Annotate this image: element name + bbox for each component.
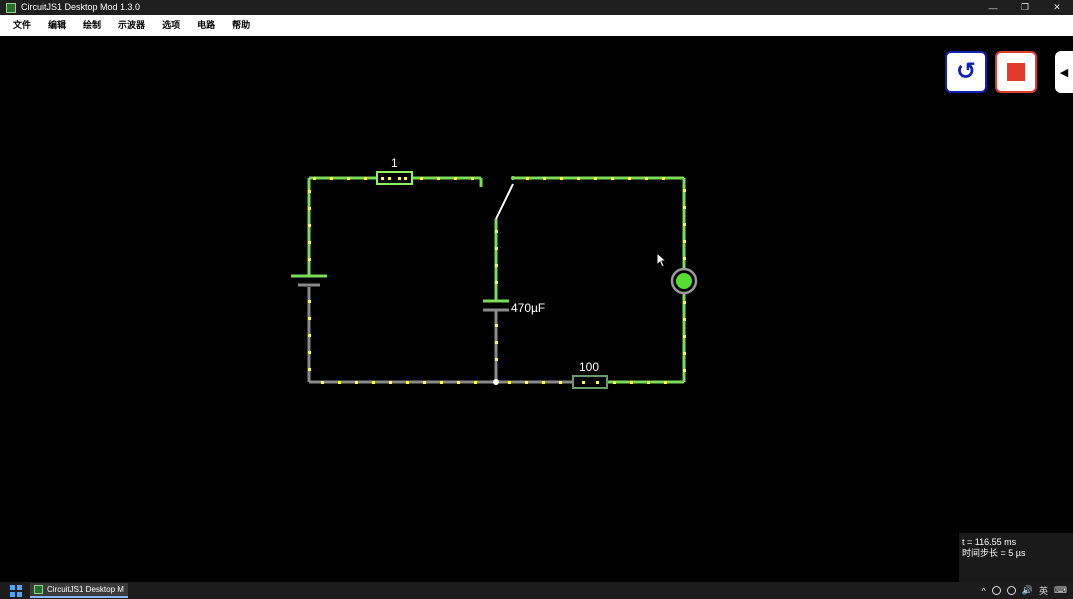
resistor-bottom[interactable]: [572, 375, 608, 389]
side-panel-toggle[interactable]: ◀: [1055, 51, 1073, 93]
capacitor[interactable]: [483, 299, 509, 312]
tray-chevron-icon[interactable]: ^: [982, 586, 986, 596]
menu-file[interactable]: 文件: [0, 15, 40, 36]
reset-button[interactable]: ↺: [945, 51, 987, 93]
menu-options[interactable]: 选项: [154, 15, 189, 36]
title-bar: CircuitJS1 Desktop Mod 1.3.0 — ❐ ✕: [0, 0, 1073, 15]
taskbar-app-circuitjs[interactable]: CircuitJS1 Desktop M...: [30, 583, 128, 598]
circuit-canvas[interactable]: 470µF 1 100 ↺ ◀ t = 116.55 ms 时间步长 = 5 µ…: [0, 36, 1073, 582]
circuitjs-app-icon: [34, 585, 43, 594]
window-title: CircuitJS1 Desktop Mod 1.3.0: [21, 2, 141, 12]
menu-help[interactable]: 帮助: [224, 15, 259, 36]
simulation-info-panel: t = 116.55 ms 时间步长 = 5 µs: [959, 533, 1073, 582]
menu-scopes[interactable]: 示波器: [110, 15, 154, 36]
stop-icon: [1007, 63, 1025, 81]
circuit-diagram[interactable]: 470µF 1 100: [0, 36, 1073, 582]
tray-app-icon[interactable]: [991, 586, 1001, 595]
windows-start-icon[interactable]: [10, 584, 22, 597]
circuitjs-app-icon: [6, 2, 16, 13]
menu-draw[interactable]: 绘制: [75, 15, 110, 36]
battery[interactable]: [291, 274, 327, 287]
chevron-left-icon: ◀: [1059, 66, 1069, 79]
menu-bar: 文件 编辑 绘制 示波器 选项 电路 帮助: [0, 15, 1073, 36]
stop-button[interactable]: [995, 51, 1037, 93]
menu-edit[interactable]: 编辑: [40, 15, 75, 36]
tray-keyboard-icon[interactable]: ⌨: [1054, 585, 1067, 596]
close-button[interactable]: ✕: [1041, 0, 1073, 15]
minimize-button[interactable]: —: [977, 0, 1009, 15]
lamp[interactable]: [670, 267, 698, 295]
capacitor-label: 470µF: [511, 301, 545, 315]
reset-icon: ↺: [955, 58, 977, 85]
switch-blade[interactable]: [495, 183, 514, 220]
taskbar-app-label: CircuitJS1 Desktop M...: [47, 585, 124, 594]
tray-ime-icon[interactable]: 英: [1039, 584, 1048, 597]
simulation-timestep: 时间步长 = 5 µs: [962, 548, 1026, 558]
resistor-top-label: 1: [391, 156, 398, 170]
mouse-pointer-icon: [656, 252, 668, 268]
taskbar: CircuitJS1 Desktop M... ^ 🔊 英 ⌨: [0, 582, 1073, 599]
system-tray: ^ 🔊 英 ⌨: [982, 582, 1067, 599]
switch-contact: [511, 176, 515, 180]
resistor-bottom-label: 100: [579, 360, 599, 374]
tray-security-icon[interactable]: [1006, 586, 1016, 595]
window-controls: — ❐ ✕: [977, 0, 1073, 15]
junction-node: [493, 379, 499, 385]
simulation-time: t = 116.55 ms: [962, 537, 1017, 547]
tray-volume-icon[interactable]: 🔊: [1022, 585, 1033, 596]
menu-circuits[interactable]: 电路: [189, 15, 224, 36]
restore-button[interactable]: ❐: [1009, 0, 1041, 15]
